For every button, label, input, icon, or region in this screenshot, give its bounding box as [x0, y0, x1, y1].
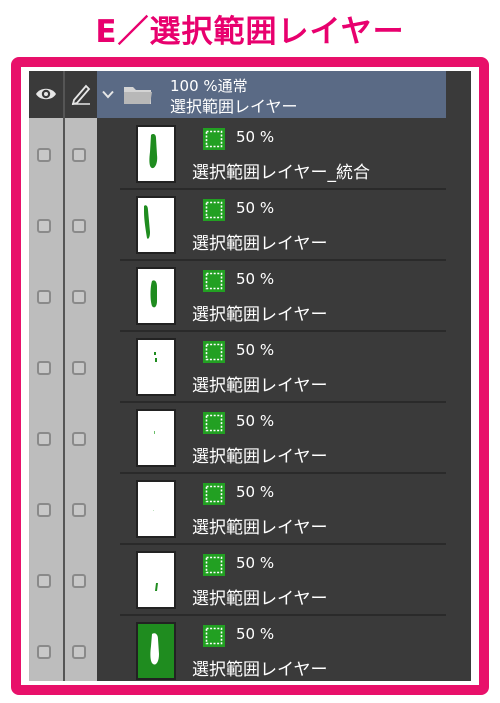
layer-row[interactable]: 50 % 選択範囲レイヤー: [29, 332, 471, 403]
folder-layer-row[interactable]: 100 %通常 選択範囲レイヤー: [29, 71, 471, 118]
selection-mask-icon: [203, 483, 225, 505]
layer-name: 選択範囲レイヤー: [192, 518, 328, 538]
layer-name: 選択範囲レイヤー: [192, 305, 328, 325]
visibility-checkbox[interactable]: [37, 361, 51, 375]
edit-lock-checkbox[interactable]: [72, 645, 86, 659]
visibility-checkbox[interactable]: [37, 503, 51, 517]
layer-row[interactable]: 50 % 選択範囲レイヤー: [29, 190, 471, 261]
selection-mask-icon: [203, 128, 225, 150]
panel-scroll-area: [446, 71, 471, 118]
layer-opacity: 50 %: [236, 270, 275, 288]
panel-scroll-area: [446, 190, 471, 261]
visibility-checkbox[interactable]: [37, 432, 51, 446]
selection-mask-icon: [203, 199, 225, 221]
layer-row[interactable]: 50 % 選択範囲レイヤー: [29, 545, 471, 616]
chevron-down-icon[interactable]: [102, 90, 114, 99]
layer-name: 選択範囲レイヤー_統合: [192, 163, 370, 183]
visibility-checkbox[interactable]: [37, 645, 51, 659]
visibility-checkbox[interactable]: [37, 290, 51, 304]
layer-thumbnail: [136, 196, 176, 254]
layer-thumbnail: [136, 480, 176, 538]
selection-mask-icon: [203, 625, 225, 647]
layer-name: 選択範囲レイヤー: [192, 376, 328, 396]
layer-name: 選択範囲レイヤー: [192, 589, 328, 609]
layer-thumbnail: [136, 267, 176, 325]
edit-lock-checkbox[interactable]: [72, 574, 86, 588]
layer-row[interactable]: 50 % 選択範囲レイヤー: [29, 474, 471, 545]
edit-lock-checkbox[interactable]: [72, 361, 86, 375]
layer-thumbnail: [136, 551, 176, 609]
edit-lock-checkbox[interactable]: [72, 290, 86, 304]
layer-row[interactable]: 50 % 選択範囲レイヤー: [29, 403, 471, 474]
layer-opacity: 50 %: [236, 483, 275, 501]
layer-opacity: 50 %: [236, 199, 275, 217]
panel-scroll-area: [446, 119, 471, 190]
edit-lock-checkbox[interactable]: [72, 219, 86, 233]
layer-opacity: 50 %: [236, 554, 275, 572]
layer-opacity: 50 %: [236, 412, 275, 430]
layer-row[interactable]: 50 % 選択範囲レイヤー: [29, 616, 471, 681]
edit-lock-checkbox[interactable]: [72, 432, 86, 446]
edit-lock-checkbox[interactable]: [72, 503, 86, 517]
pen-icon[interactable]: [70, 83, 92, 105]
selection-mask-icon: [203, 554, 225, 576]
layer-thumbnail: [136, 125, 176, 183]
page-title: E／選択範囲レイヤー: [95, 14, 405, 50]
visibility-checkbox[interactable]: [37, 219, 51, 233]
panel-scroll-area: [446, 332, 471, 403]
panel-scroll-area: [446, 474, 471, 545]
visibility-checkbox[interactable]: [37, 148, 51, 162]
panel-scroll-area: [446, 261, 471, 332]
selection-mask-icon: [203, 341, 225, 363]
layer-row[interactable]: 50 % 選択範囲レイヤー_統合: [29, 119, 471, 190]
selection-mask-icon: [203, 270, 225, 292]
edit-lock-checkbox[interactable]: [72, 148, 86, 162]
layer-thumbnail: [136, 409, 176, 467]
folder-icon: [124, 87, 152, 104]
layer-opacity: 50 %: [236, 625, 275, 643]
visibility-checkbox[interactable]: [37, 574, 51, 588]
panel-scroll-area: [446, 403, 471, 474]
folder-layer-name: 選択範囲レイヤー: [170, 97, 298, 116]
layer-panel: 100 %通常 選択範囲レイヤー 50 % 選択範囲レイヤー_統合 50 % 選…: [29, 71, 471, 681]
panel-scroll-area: [446, 545, 471, 616]
eye-icon[interactable]: [35, 85, 57, 103]
layer-name: 選択範囲レイヤー: [192, 234, 328, 254]
layer-opacity: 50 %: [236, 128, 275, 146]
layer-opacity: 50 %: [236, 341, 275, 359]
layer-row[interactable]: 50 % 選択範囲レイヤー: [29, 261, 471, 332]
layer-thumbnail: [136, 338, 176, 396]
panel-scroll-area: [446, 616, 471, 681]
layer-thumbnail: [136, 622, 176, 680]
layer-name: 選択範囲レイヤー: [192, 660, 328, 680]
selection-mask-icon: [203, 412, 225, 434]
layer-name: 選択範囲レイヤー: [192, 447, 328, 467]
